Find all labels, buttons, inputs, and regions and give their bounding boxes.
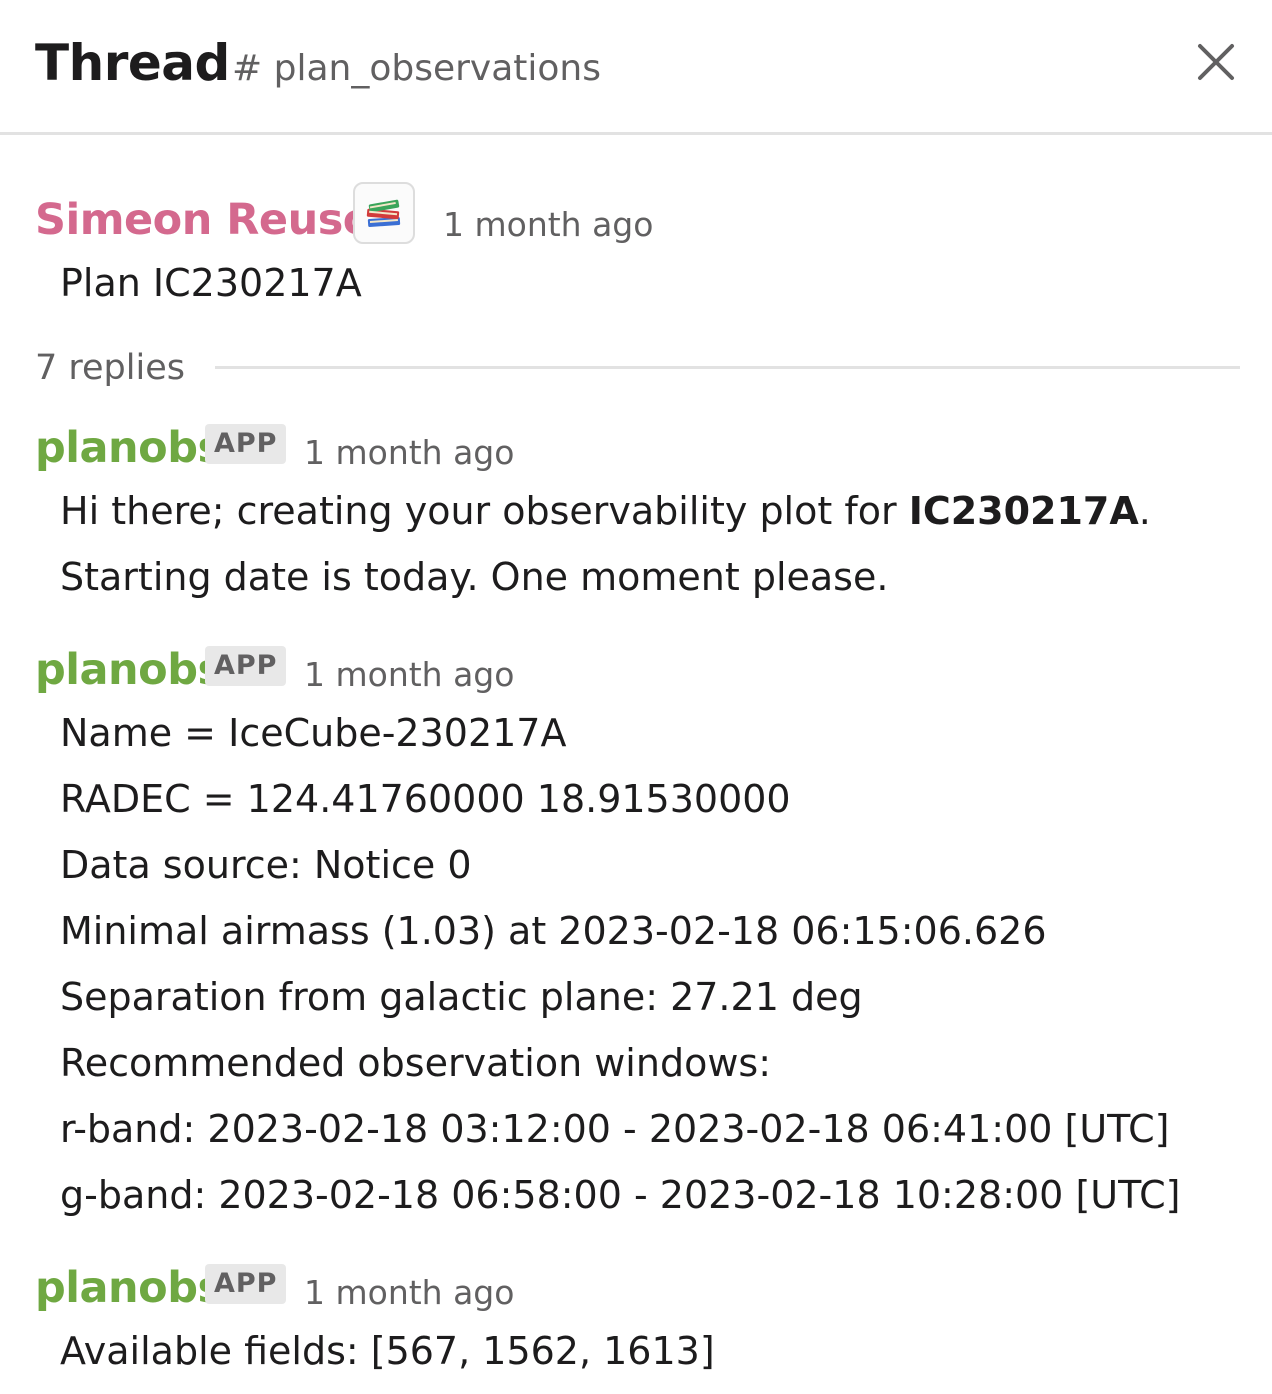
message-line: Hi there; creating your observability pl… <box>60 478 1151 544</box>
reply-count: 7 replies <box>35 348 185 388</box>
message-line: Available fields: [567, 1562, 1613] <box>60 1329 715 1373</box>
close-thread-button[interactable] <box>1186 32 1246 92</box>
event-name: IC230217A <box>908 489 1139 533</box>
close-icon <box>1198 44 1234 80</box>
divider <box>215 366 1240 369</box>
message-timestamp[interactable]: 1 month ago <box>443 202 653 248</box>
message-line: Plan IC230217A <box>60 261 362 305</box>
message-author[interactable]: Simeon Reusch <box>35 192 398 248</box>
message-line: g-band: 2023-02-18 06:58:00 - 2023-02-18… <box>60 1173 1181 1217</box>
message-line: Name = IceCube-230217A <box>60 711 567 755</box>
message-timestamp[interactable]: 1 month ago <box>304 430 514 476</box>
channel-link[interactable]: # plan_observations <box>232 44 601 94</box>
message-author[interactable]: planobs <box>35 642 223 698</box>
books-icon[interactable] <box>353 182 415 244</box>
message-text: Plan IC230217A <box>60 250 362 316</box>
message-line: r-band: 2023-02-18 03:12:00 - 2023-02-18… <box>60 1107 1170 1151</box>
text-segment: . <box>1138 489 1151 533</box>
text-segment: Hi there; creating your observability pl… <box>60 489 909 533</box>
message-line: Separation from galactic plane: 27.21 de… <box>60 975 863 1019</box>
message-text: Name = IceCube-230217A RADEC = 124.41760… <box>60 700 1180 1228</box>
app-badge: APP <box>205 646 287 686</box>
thread-title: Thread <box>35 34 230 92</box>
thread-header: Thread # plan_observations <box>0 0 1272 135</box>
message-author[interactable]: planobs <box>35 1260 223 1316</box>
message-line: Minimal airmass (1.03) at 2023-02-18 06:… <box>60 909 1047 953</box>
message-author[interactable]: planobs <box>35 420 223 476</box>
message-line: Data source: Notice 0 <box>60 843 472 887</box>
replies-divider-row: 7 replies <box>35 340 1240 396</box>
message-timestamp[interactable]: 1 month ago <box>304 652 514 698</box>
app-badge: APP <box>205 424 287 464</box>
message-text: Available fields: [567, 1562, 1613] <box>60 1318 715 1384</box>
message-text: Hi there; creating your observability pl… <box>60 478 1151 610</box>
message-line: RADEC = 124.41760000 18.91530000 <box>60 777 791 821</box>
app-badge: APP <box>205 1264 287 1304</box>
message-line: Starting date is today. One moment pleas… <box>60 555 889 599</box>
message-line: Recommended observation windows: <box>60 1041 771 1085</box>
message-timestamp[interactable]: 1 month ago <box>304 1270 514 1316</box>
